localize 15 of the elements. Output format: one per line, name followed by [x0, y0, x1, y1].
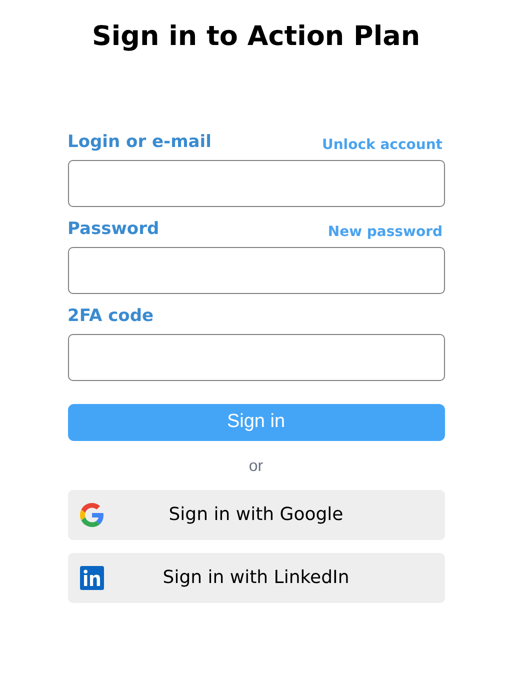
page-title: Sign in to Action Plan — [92, 20, 420, 54]
input-field[interactable] — [68, 246, 444, 294]
linkedin-icon — [80, 566, 104, 590]
google-icon — [80, 502, 104, 527]
field-label: Password — [68, 218, 160, 242]
field-link[interactable]: Unlock account — [322, 134, 442, 156]
field-label: 2FA code — [68, 305, 154, 328]
separator-text: or — [248, 456, 264, 477]
input-field[interactable] — [68, 160, 444, 207]
input-field[interactable] — [68, 334, 444, 381]
sign-in-button[interactable]: Sign in — [68, 404, 444, 441]
field-label: Login or e-mail — [68, 131, 212, 154]
social-sign-in-button[interactable]: Sign in with LinkedIn — [68, 552, 444, 603]
social-sign-in-button[interactable]: Sign in with Google — [68, 490, 444, 540]
field-link[interactable]: New password — [328, 222, 442, 243]
